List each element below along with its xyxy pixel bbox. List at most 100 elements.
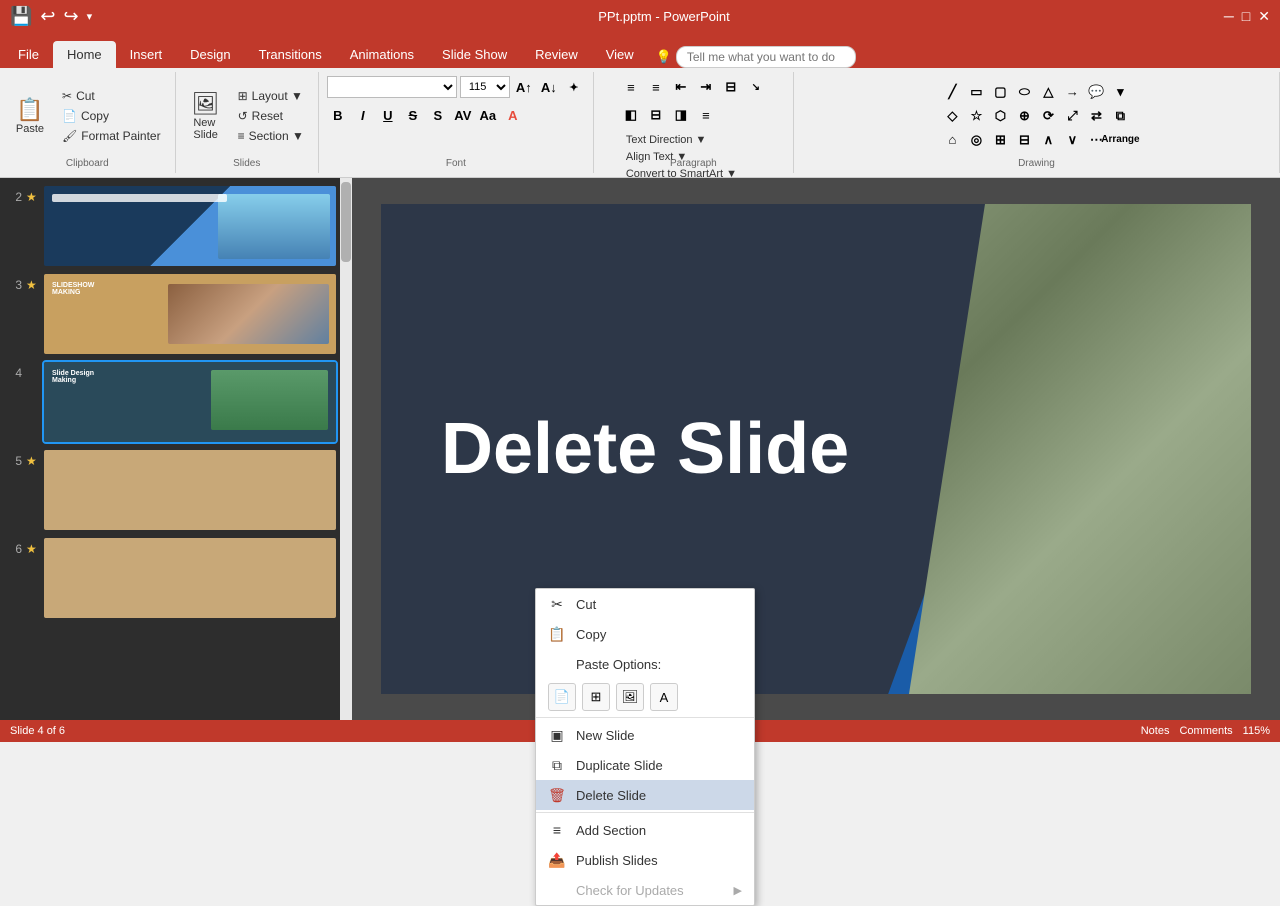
align-center-button[interactable]: ⊟ [645, 104, 667, 126]
font-name-select[interactable] [327, 76, 457, 98]
shape15[interactable]: ∨ [1061, 129, 1083, 151]
paste-picture-btn[interactable]: 🖼 [616, 683, 644, 711]
clear-format-button[interactable]: ✦ [563, 76, 585, 98]
slide-image-6[interactable] [44, 538, 336, 618]
slide-image-3[interactable]: SLIDESHOWMAKING [44, 274, 336, 354]
close-button[interactable]: ✕ [1258, 8, 1270, 25]
shape4[interactable]: ⬡ [989, 105, 1011, 127]
tab-slide-show[interactable]: Slide Show [428, 41, 521, 68]
shape8[interactable]: ⇄ [1085, 105, 1107, 127]
paste-keep-source-btn[interactable]: 📄 [548, 683, 576, 711]
slide-image-4[interactable]: Slide DesignMaking [44, 362, 336, 442]
tab-transitions[interactable]: Transitions [245, 41, 336, 68]
format-painter-button[interactable]: 🖌 Format Painter [56, 127, 167, 145]
shape11[interactable]: ◎ [965, 129, 987, 151]
slide-thumb-2: 2 ★ [4, 186, 336, 266]
tell-me-section[interactable]: 💡 [648, 46, 864, 68]
reset-button[interactable]: ↺ Reset [232, 107, 310, 125]
ctx-cut-item[interactable]: ✂ Cut [536, 589, 754, 619]
slide-scrollbar[interactable]: ▲ [340, 178, 352, 720]
tell-me-input[interactable] [676, 46, 856, 68]
shape10[interactable]: ⌂ [941, 129, 963, 151]
shape6[interactable]: ⟳ [1037, 105, 1059, 127]
font-grow-button[interactable]: A↑ [513, 76, 535, 98]
drawing-options: ╱ ▭ ▢ ⬭ △ → 💬 ▾ ◇ ☆ ⬡ ⊕ ⟳ ⤢ ⇄ ⧉ ⌂ ◎ ⊞ ⊟ [941, 76, 1131, 169]
rect-shape[interactable]: ▭ [965, 81, 987, 103]
justify-button[interactable]: ≡ [695, 104, 717, 126]
numbered-list-button[interactable]: ≡ [645, 76, 667, 98]
underline-button[interactable]: U [377, 104, 399, 126]
decrease-indent-button[interactable]: ⇤ [670, 76, 692, 98]
tab-insert[interactable]: Insert [116, 41, 177, 68]
more-shapes[interactable]: ▾ [1109, 81, 1131, 103]
italic-button[interactable]: I [352, 104, 374, 126]
ctx-publish-slides-item[interactable]: 📤 Publish Slides [536, 845, 754, 875]
arrange-button[interactable]: Arrange [1109, 129, 1131, 151]
font-size-select[interactable]: 115 [460, 76, 510, 98]
maximize-button[interactable]: □ [1242, 8, 1250, 25]
section-button[interactable]: ≡ Section ▼ [232, 127, 310, 145]
notes-button[interactable]: Notes [1141, 725, 1170, 737]
text-shadow-button[interactable]: S [427, 104, 449, 126]
shape2[interactable]: ◇ [941, 105, 963, 127]
new-slide-button[interactable]: 🖼 NewSlide [184, 87, 228, 145]
shape7[interactable]: ⤢ [1061, 105, 1083, 127]
copy-button[interactable]: 📄 Copy [56, 107, 167, 125]
text-direction-button[interactable]: Text Direction ▼ [620, 132, 743, 148]
tab-file[interactable]: File [4, 41, 53, 68]
window-title: PPt.pptm - PowerPoint [104, 9, 1224, 24]
arrow-shape[interactable]: → [1061, 81, 1083, 103]
paste-text-only-btn[interactable]: A [650, 683, 678, 711]
columns-button[interactable]: ⊟ [720, 76, 742, 98]
minimize-button[interactable]: ─ [1224, 8, 1234, 25]
window-controls[interactable]: ─ □ ✕ [1224, 8, 1270, 25]
callout-shape[interactable]: 💬 [1085, 81, 1107, 103]
tab-animations[interactable]: Animations [336, 41, 428, 68]
shape3[interactable]: ☆ [965, 105, 987, 127]
font-name-row: 115 A↑ A↓ ✦ [327, 76, 585, 98]
font-shrink-button[interactable]: A↓ [538, 76, 560, 98]
scroll-thumb[interactable] [341, 182, 351, 262]
char-spacing-button[interactable]: AV [452, 104, 474, 126]
slide-image-5[interactable] [44, 450, 336, 530]
redo-icon[interactable]: ↪ [64, 6, 79, 27]
strikethrough-button[interactable]: S [402, 104, 424, 126]
shape13[interactable]: ⊟ [1013, 129, 1035, 151]
change-case-button[interactable]: Aa [477, 104, 499, 126]
align-left-button[interactable]: ◧ [620, 104, 642, 126]
align-right-button[interactable]: ◨ [670, 104, 692, 126]
paste-button[interactable]: 📋 Paste [8, 93, 52, 139]
ctx-new-slide-item[interactable]: ▣ New Slide [536, 720, 754, 750]
bullet-list-button[interactable]: ≡ [620, 76, 642, 98]
triangle-shape[interactable]: △ [1037, 81, 1059, 103]
ctx-delete-slide-item[interactable]: 🗑 Delete Slide [536, 780, 754, 810]
paste-use-theme-btn[interactable]: ⊞ [582, 683, 610, 711]
rounded-rect-shape[interactable]: ▢ [989, 81, 1011, 103]
quick-access-toolbar[interactable]: 💾 ↩ ↪ ▾ [10, 6, 92, 27]
tab-design[interactable]: Design [176, 41, 244, 68]
customize-icon[interactable]: ▾ [87, 10, 93, 23]
ctx-add-section-item[interactable]: ≡ Add Section [536, 815, 754, 845]
slide-image-2[interactable] [44, 186, 336, 266]
bold-button[interactable]: B [327, 104, 349, 126]
font-color-button[interactable]: A [502, 104, 524, 126]
tab-view[interactable]: View [592, 41, 648, 68]
comments-button[interactable]: Comments [1179, 725, 1232, 737]
save-icon[interactable]: 💾 [10, 6, 32, 27]
undo-icon[interactable]: ↩ [40, 6, 55, 27]
shape9[interactable]: ⧉ [1109, 105, 1131, 127]
ctx-duplicate-slide-item[interactable]: ⧉ Duplicate Slide [536, 750, 754, 780]
tab-home[interactable]: Home [53, 41, 116, 68]
shape12[interactable]: ⊞ [989, 129, 1011, 151]
oval-shape[interactable]: ⬭ [1013, 81, 1035, 103]
shape14[interactable]: ∧ [1037, 129, 1059, 151]
paragraph-menu-button[interactable]: ↘ [745, 76, 767, 98]
layout-button[interactable]: ⊞ Layout ▼ [232, 87, 310, 105]
cut-button[interactable]: ✂ Cut [56, 87, 167, 105]
ctx-copy-item[interactable]: 📋 Copy [536, 619, 754, 649]
drawing-label: Drawing [1018, 158, 1055, 169]
line-shape[interactable]: ╱ [941, 81, 963, 103]
tab-review[interactable]: Review [521, 41, 592, 68]
shape5[interactable]: ⊕ [1013, 105, 1035, 127]
increase-indent-button[interactable]: ⇥ [695, 76, 717, 98]
